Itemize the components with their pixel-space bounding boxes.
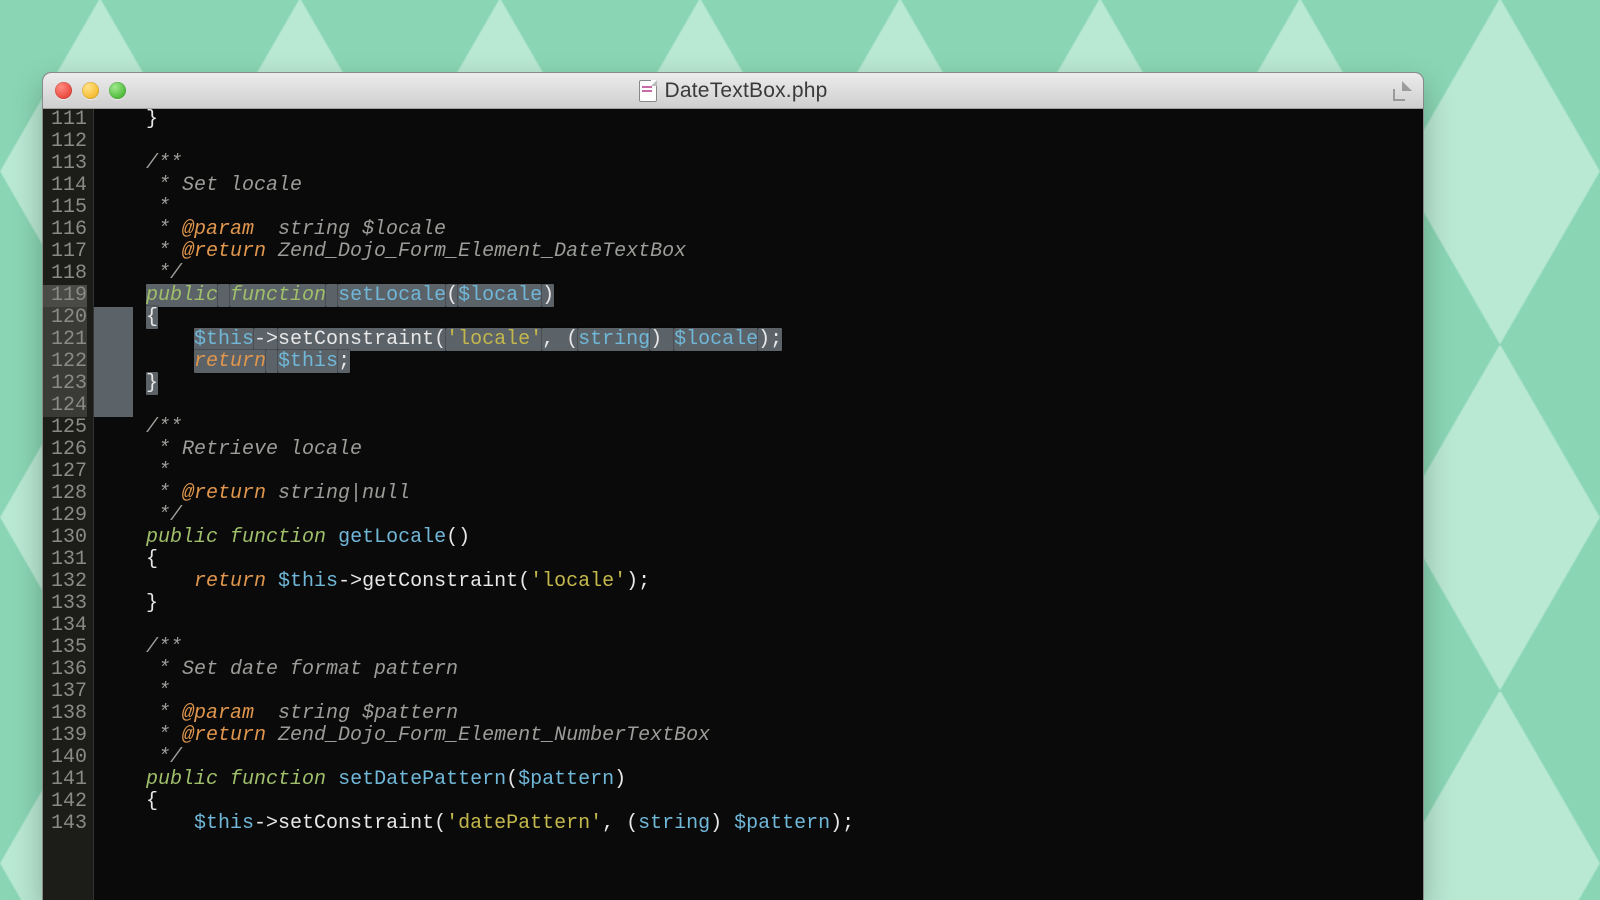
window-title: DateTextBox.php [43, 79, 1423, 103]
line-number[interactable]: 122 [43, 351, 87, 373]
code-line[interactable]: /** [98, 417, 1423, 439]
editor-window: DateTextBox.php 111112113114115116117118… [42, 72, 1424, 900]
code-line[interactable]: */ [98, 505, 1423, 527]
code-line[interactable]: { [98, 549, 1423, 571]
code-editor[interactable]: 1111121131141151161171181191201211221231… [43, 109, 1423, 900]
traffic-lights [55, 82, 126, 99]
line-number-gutter[interactable]: 1111121131141151161171181191201211221231… [43, 109, 94, 900]
line-number[interactable]: 143 [43, 813, 87, 835]
code-line[interactable]: * @param string $pattern [98, 703, 1423, 725]
code-line[interactable]: */ [98, 263, 1423, 285]
code-line[interactable]: * [98, 461, 1423, 483]
line-number[interactable]: 142 [43, 791, 87, 813]
line-number[interactable]: 124 [43, 395, 87, 417]
code-line[interactable]: $this->setConstraint('datePattern', (str… [98, 813, 1423, 835]
line-number[interactable]: 128 [43, 483, 87, 505]
php-file-icon [639, 80, 657, 102]
code-line[interactable]: * [98, 197, 1423, 219]
code-line[interactable] [98, 615, 1423, 637]
line-number[interactable]: 126 [43, 439, 87, 461]
line-number[interactable]: 123 [43, 373, 87, 395]
line-number[interactable]: 133 [43, 593, 87, 615]
code-line[interactable]: public function getLocale() [98, 527, 1423, 549]
line-number[interactable]: 131 [43, 549, 87, 571]
line-number[interactable]: 117 [43, 241, 87, 263]
line-number[interactable]: 118 [43, 263, 87, 285]
line-number[interactable]: 135 [43, 637, 87, 659]
code-line[interactable]: { [98, 791, 1423, 813]
fullscreen-icon[interactable] [1391, 80, 1413, 102]
code-line[interactable]: /** [98, 153, 1423, 175]
code-line[interactable]: return $this->getConstraint('locale'); [98, 571, 1423, 593]
code-line[interactable]: * Retrieve locale [98, 439, 1423, 461]
line-number[interactable]: 111 [43, 109, 87, 131]
code-line[interactable]: * @return string|null [98, 483, 1423, 505]
window-titlebar[interactable]: DateTextBox.php [43, 73, 1423, 109]
line-number[interactable]: 114 [43, 175, 87, 197]
code-line[interactable]: * @return Zend_Dojo_Form_Element_NumberT… [98, 725, 1423, 747]
line-number[interactable]: 138 [43, 703, 87, 725]
window-title-text: DateTextBox.php [665, 79, 828, 103]
line-number[interactable]: 113 [43, 153, 87, 175]
code-line[interactable]: * [98, 681, 1423, 703]
line-number[interactable]: 116 [43, 219, 87, 241]
code-line[interactable]: * Set locale [98, 175, 1423, 197]
code-line[interactable]: $this->setConstraint('locale', (string) … [98, 329, 1423, 351]
line-number[interactable]: 134 [43, 615, 87, 637]
close-window-button[interactable] [55, 82, 72, 99]
line-number[interactable]: 125 [43, 417, 87, 439]
code-line[interactable]: * @return Zend_Dojo_Form_Element_DateTex… [98, 241, 1423, 263]
line-number[interactable]: 121 [43, 329, 87, 351]
code-line[interactable] [98, 395, 1423, 417]
line-number[interactable]: 119 [43, 285, 87, 307]
line-number[interactable]: 115 [43, 197, 87, 219]
minimize-window-button[interactable] [82, 82, 99, 99]
line-number[interactable]: 140 [43, 747, 87, 769]
line-number[interactable]: 141 [43, 769, 87, 791]
line-number[interactable]: 130 [43, 527, 87, 549]
line-number[interactable]: 132 [43, 571, 87, 593]
line-number[interactable]: 137 [43, 681, 87, 703]
code-line[interactable]: { [98, 307, 1423, 329]
line-number[interactable]: 120 [43, 307, 87, 329]
code-line[interactable]: return $this; [98, 351, 1423, 373]
code-line[interactable]: } [98, 373, 1423, 395]
code-line[interactable] [98, 131, 1423, 153]
line-number[interactable]: 139 [43, 725, 87, 747]
line-number[interactable]: 129 [43, 505, 87, 527]
code-line[interactable]: /** [98, 637, 1423, 659]
code-area[interactable]: } /** * Set locale * * @param string $lo… [94, 109, 1423, 900]
code-line[interactable]: public function setDatePattern($pattern) [98, 769, 1423, 791]
desktop-background: DateTextBox.php 111112113114115116117118… [0, 0, 1600, 900]
line-number[interactable]: 112 [43, 131, 87, 153]
code-line[interactable]: public function setLocale($locale) [98, 285, 1423, 307]
zoom-window-button[interactable] [109, 82, 126, 99]
code-line[interactable]: } [98, 109, 1423, 131]
code-line[interactable]: * @param string $locale [98, 219, 1423, 241]
line-number[interactable]: 127 [43, 461, 87, 483]
code-line[interactable]: * Set date format pattern [98, 659, 1423, 681]
code-line[interactable]: } [98, 593, 1423, 615]
line-number[interactable]: 136 [43, 659, 87, 681]
code-line[interactable]: */ [98, 747, 1423, 769]
